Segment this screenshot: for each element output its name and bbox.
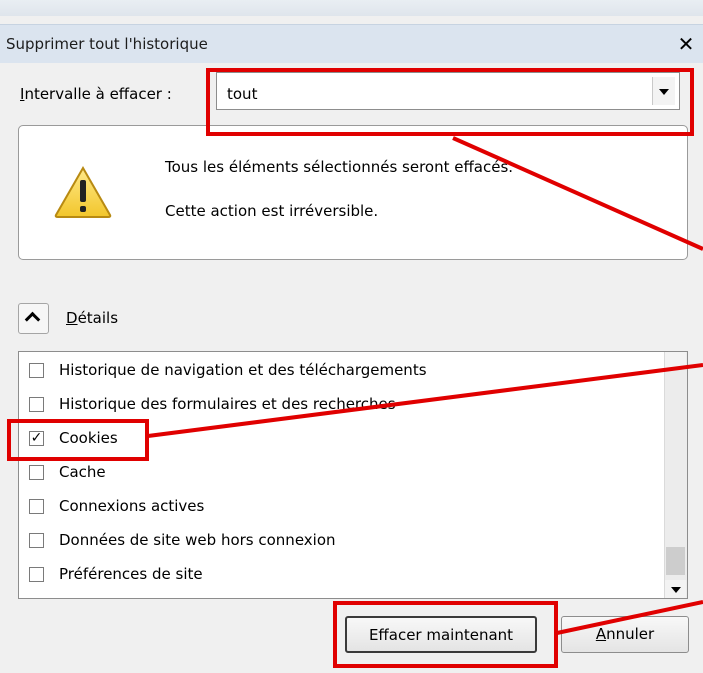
annotation-line-clear-now: [556, 600, 703, 635]
annotation-lines: [147, 136, 703, 635]
annotation-line-cookies: [147, 363, 703, 438]
annotation-line-interval: [452, 136, 703, 251]
